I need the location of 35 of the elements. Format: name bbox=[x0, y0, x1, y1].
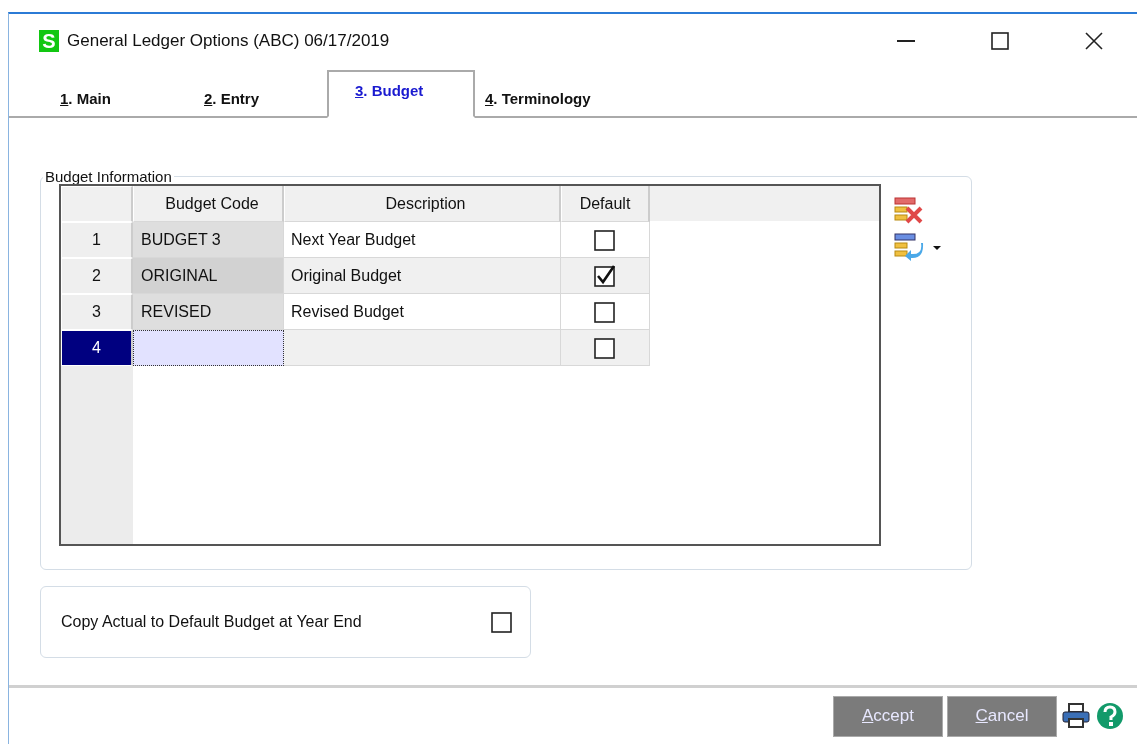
tab[interactable]: 1. Main bbox=[39, 78, 183, 118]
dialog-button[interactable]: Accept bbox=[833, 695, 943, 737]
checkbox[interactable] bbox=[593, 263, 617, 288]
tab[interactable]: 4. Terminology bbox=[475, 78, 591, 118]
maximize-icon[interactable] bbox=[991, 32, 1009, 50]
table-cell[interactable]: ORIGINAL bbox=[133, 258, 284, 294]
minimize-icon[interactable] bbox=[897, 39, 915, 43]
checkbox-label: Copy Actual to Default Budget at Year End bbox=[61, 613, 362, 631]
checkbox[interactable] bbox=[593, 299, 617, 324]
help-icon[interactable] bbox=[1095, 701, 1125, 731]
column-header: Budget Code bbox=[133, 186, 284, 222]
table-cell[interactable]: Original Budget bbox=[284, 258, 561, 294]
tab[interactable]: 2. Entry bbox=[183, 78, 327, 118]
tab[interactable]: 3. Budget bbox=[327, 70, 475, 118]
column-header: Default bbox=[561, 186, 650, 222]
delete-rows-icon[interactable] bbox=[893, 197, 925, 225]
window-title: General Ledger Options (ABC) 06/17/2019 bbox=[67, 31, 391, 51]
row-number[interactable]: 4 bbox=[61, 330, 133, 366]
checkbox[interactable] bbox=[490, 610, 514, 634]
checkbox[interactable] bbox=[593, 227, 617, 252]
group-title: Budget Information bbox=[44, 168, 173, 185]
close-icon[interactable] bbox=[1085, 32, 1103, 50]
row-number[interactable]: 3 bbox=[61, 294, 133, 330]
table-cell[interactable]: BUDGET 3 bbox=[133, 222, 284, 258]
app-logo: S bbox=[39, 30, 59, 52]
table-cell[interactable] bbox=[133, 330, 284, 366]
table-cell[interactable]: Next Year Budget bbox=[284, 222, 561, 258]
table-cell[interactable]: Revised Budget bbox=[284, 294, 561, 330]
checkbox[interactable] bbox=[593, 335, 617, 360]
table-cell[interactable]: REVISED bbox=[133, 294, 284, 330]
row-number[interactable]: 1 bbox=[61, 222, 133, 258]
row-number[interactable]: 2 bbox=[61, 258, 133, 294]
column-header: Description bbox=[284, 186, 561, 222]
print-icon[interactable] bbox=[1061, 703, 1091, 729]
dialog-button[interactable]: Cancel bbox=[947, 695, 1057, 737]
